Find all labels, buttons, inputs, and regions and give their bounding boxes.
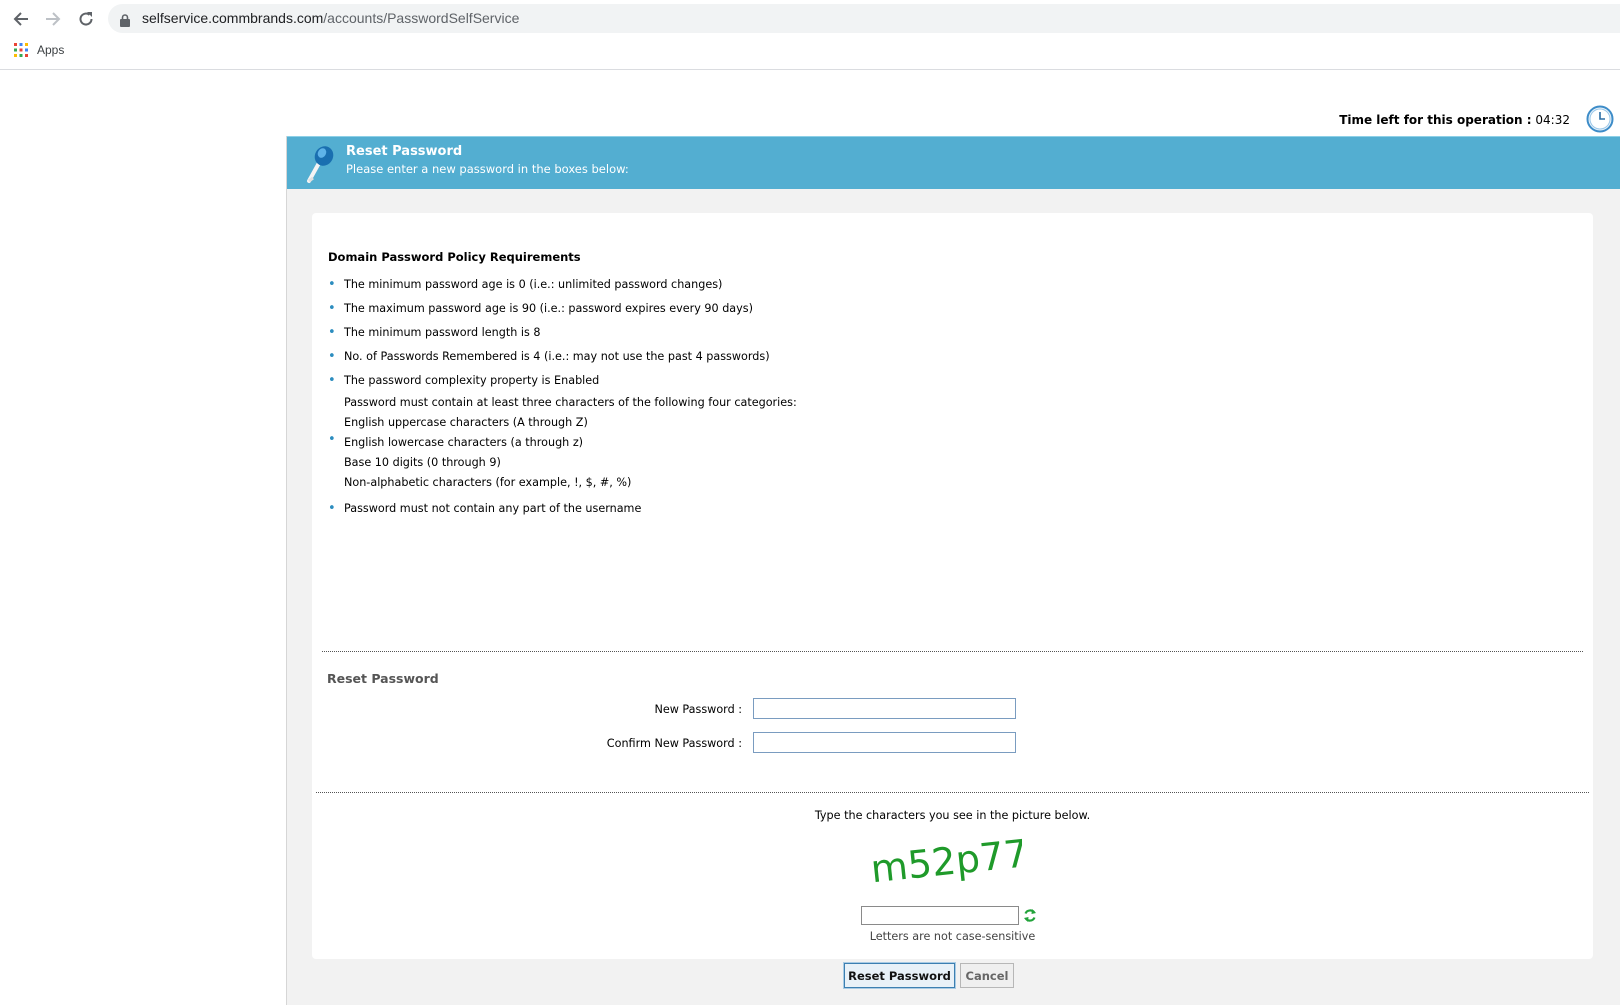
captcha-note: Letters are not case-sensitive [869,930,1036,943]
policy-item: • No. of Passwords Remembered is 4 (i.e.:… [328,349,770,364]
confirm-password-input[interactable] [753,732,1016,753]
cancel-button[interactable]: Cancel [960,963,1014,988]
browser-toolbar: selfservice.commbrands.com/accounts/Pass… [0,0,1620,36]
captcha-text: m52p77 [869,831,1022,889]
policy-title: Domain Password Policy Requirements [328,250,581,264]
captcha-image: m52p77 [862,827,1031,893]
panel-header: Reset Password Please enter a new passwo… [287,136,1620,189]
forward-arrow-icon[interactable] [41,7,65,31]
new-password-label: New Password : [654,703,742,716]
page-subtitle: Please enter a new password in the boxes… [346,162,629,176]
captcha-input[interactable] [861,906,1019,925]
apps-bookmark[interactable]: Apps [14,43,64,57]
key-icon [301,143,335,189]
confirm-password-label: Confirm New Password : [606,737,742,750]
apps-label: Apps [37,43,65,57]
policy-item: • The minimum password length is 8 [328,325,541,340]
operation-timer: Time left for this operation : 04:32 [1339,113,1570,127]
reset-password-panel: Reset Password Please enter a new passwo… [286,136,1620,1005]
form-container: Domain Password Policy Requirements • The… [312,213,1593,959]
policy-item: • The minimum password age is 0 (i.e.: un… [328,277,723,292]
lock-icon [120,12,130,31]
reload-icon[interactable] [74,7,98,31]
apps-grid-icon [14,43,28,57]
reset-section-title: Reset Password [327,671,439,686]
url-domain: selfservice.commbrands.com [142,10,324,26]
url-text: selfservice.commbrands.com/accounts/Pass… [142,10,519,26]
address-bar[interactable]: selfservice.commbrands.com/accounts/Pass… [108,4,1620,33]
policy-item: • Password must not contain any part of t… [328,501,642,516]
page-title: Reset Password [346,144,463,159]
section-divider [316,792,1589,793]
policy-item: • The maximum password age is 90 (i.e.: p… [328,301,753,316]
reset-password-button[interactable]: Reset Password [843,962,956,989]
bookmarks-bar: Apps [0,36,1620,70]
url-path: /accounts/PasswordSelfService [323,10,520,26]
timer-label: Time left for this operation : [1339,113,1532,127]
refresh-captcha-icon[interactable] [1023,908,1037,927]
timer-value: 04:32 [1535,113,1570,127]
back-arrow-icon[interactable] [9,7,33,31]
captcha-prompt: Type the characters you see in the pictu… [814,809,1091,822]
clock-icon [1586,105,1614,137]
policy-item: • The password complexity property is Ena… [328,373,600,388]
policy-item-complexity: • Password must contain at least three c… [328,396,797,489]
section-divider [322,651,1583,652]
policy-list: • The minimum password age is 0 (i.e.: un… [328,277,797,525]
new-password-input[interactable] [753,698,1016,719]
